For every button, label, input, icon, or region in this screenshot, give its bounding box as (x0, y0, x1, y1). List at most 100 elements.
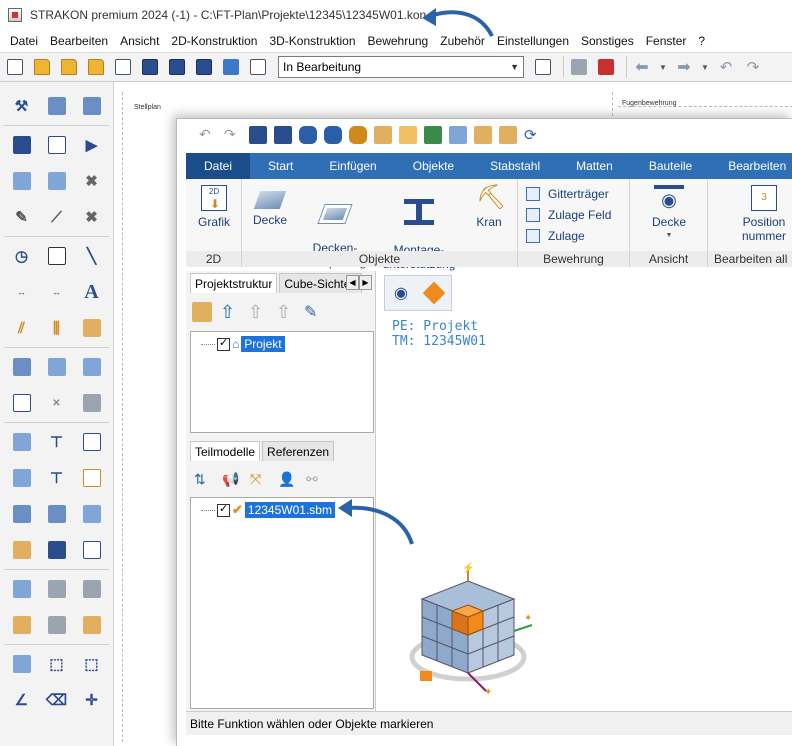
undo-button[interactable]: ↶ (715, 56, 737, 78)
print-button[interactable] (568, 56, 590, 78)
redo-icon[interactable]: ↷ (224, 126, 242, 144)
menu-zubehoer[interactable]: Zubehör (434, 34, 491, 48)
open-project-button[interactable] (58, 56, 80, 78)
menu-sonstiges[interactable]: Sonstiges (575, 34, 640, 48)
refresh-icon[interactable]: ⟳ (524, 126, 542, 144)
save-help-icon[interactable] (274, 126, 292, 144)
tab-start[interactable]: Start (250, 153, 311, 179)
dimension-x-icon[interactable]: ↔ (11, 281, 33, 303)
gear-doc-icon[interactable] (81, 614, 103, 636)
brush-icon[interactable]: ✎ (11, 206, 33, 228)
table-grid-icon[interactable] (46, 503, 68, 525)
tab-teilmodelle[interactable]: Teilmodelle (190, 441, 261, 461)
card-tool-icon[interactable] (11, 539, 33, 561)
scan-tool-icon[interactable] (46, 578, 68, 600)
rectangle-tool-icon[interactable] (46, 245, 68, 267)
cube-tool-icon[interactable] (46, 356, 68, 378)
tree-node-projekt[interactable]: ⌂ Projekt (201, 336, 285, 352)
copy-doc-icon[interactable] (399, 126, 417, 144)
menu-bewehrung[interactable]: Bewehrung (362, 34, 435, 48)
doc-settings-icon[interactable] (11, 467, 33, 489)
dwg-export-icon[interactable] (46, 614, 68, 636)
pdf-button[interactable] (595, 56, 617, 78)
zulage-button[interactable]: Zulage (526, 229, 585, 243)
angle-tool-icon[interactable]: ∠ (11, 689, 33, 711)
grid-tool-icon[interactable] (11, 356, 33, 378)
frame-tool-icon[interactable] (11, 392, 33, 414)
columns-icon[interactable] (11, 503, 33, 525)
pattern-tool-icon[interactable]: ⫼ (46, 317, 68, 339)
menu-3d-konstruktion[interactable]: 3D-Konstruktion (263, 34, 361, 48)
up-arrow-icon[interactable]: ⇧ (220, 302, 240, 322)
diagonal-line-icon[interactable]: ╲ (81, 245, 103, 267)
fill-tool-icon[interactable] (81, 317, 103, 339)
positionsnummer-button[interactable]: 3 Position nummer (734, 185, 792, 243)
tool-2-icon[interactable] (46, 95, 68, 117)
open-recent-button[interactable] (85, 56, 107, 78)
projekt-checkbox[interactable] (217, 336, 230, 351)
tab-projektstruktur[interactable]: Projektstruktur (190, 273, 278, 293)
decke-button[interactable]: Decke (246, 185, 294, 227)
dimension-value-icon[interactable]: ↔ (46, 281, 68, 303)
status-dropdown[interactable]: In Bearbeitung ▼ (278, 56, 524, 78)
preview-button[interactable] (112, 56, 134, 78)
save-as-button[interactable] (166, 56, 188, 78)
play-icon[interactable]: ▶ (81, 134, 103, 156)
dwg-import-icon[interactable] (11, 614, 33, 636)
brush-icon[interactable]: ✎ (304, 302, 324, 322)
settings-doc-icon[interactable] (11, 431, 33, 453)
list-tool-icon[interactable] (11, 134, 33, 156)
tab-stabstahl[interactable]: Stabstahl (472, 153, 558, 179)
tree-node-model[interactable]: ✔ 12345W01.sbm (201, 502, 335, 518)
edit-status-button[interactable] (532, 56, 554, 78)
tab-referenzen[interactable]: Referenzen (262, 441, 335, 461)
small-x-icon[interactable]: ✕ (46, 392, 68, 414)
gittertraeger-button[interactable]: Gitterträger (526, 187, 609, 201)
tab-matten[interactable]: Matten (558, 153, 631, 179)
database-icon[interactable] (299, 126, 317, 144)
eye-cube-icon[interactable]: ◉ (394, 283, 408, 303)
forward-dropdown[interactable]: ▼ (700, 56, 710, 78)
grafik-button[interactable]: 2D ⬇ Grafik (192, 185, 236, 229)
page-tool-icon[interactable] (46, 134, 68, 156)
menu-ansicht[interactable]: Ansicht (114, 34, 165, 48)
people-tool-icon[interactable] (46, 539, 68, 561)
forward-button[interactable]: ➡ (673, 56, 695, 78)
menu-bearbeiten[interactable]: Bearbeiten (44, 34, 114, 48)
tool-delete-arrow-icon[interactable]: ✖ (81, 170, 103, 192)
window-button[interactable] (220, 56, 242, 78)
sheet-tool-icon[interactable] (11, 578, 33, 600)
tab-einfuegen[interactable]: Einfügen (311, 153, 394, 179)
select-cursor-icon[interactable]: ⬚ (46, 653, 68, 675)
tab-bauteile[interactable]: Bauteile (631, 153, 710, 179)
copy-icon[interactable] (449, 126, 467, 144)
menu-help[interactable]: ? (692, 34, 711, 48)
menu-einstellungen[interactable]: Einstellungen (491, 34, 575, 48)
orange-cube-icon[interactable] (422, 281, 446, 305)
scroll-right-icon[interactable]: ▶ (359, 275, 372, 290)
tree-tool-icon[interactable]: ⊤ (46, 431, 68, 453)
link-icon[interactable] (374, 126, 392, 144)
eraser-tool-icon[interactable]: ⌫ (46, 689, 68, 711)
tree-arrow-icon[interactable]: ⊤ (46, 467, 68, 489)
back-dropdown[interactable]: ▼ (658, 56, 668, 78)
database-upload-icon[interactable] (324, 126, 342, 144)
open-button[interactable] (31, 56, 53, 78)
new-button[interactable] (4, 56, 26, 78)
save-green-icon[interactable] (424, 126, 442, 144)
tab-objekte[interactable]: Objekte (395, 153, 472, 179)
line-tool-icon[interactable]: ⟋ (46, 206, 68, 228)
redo-button[interactable]: ↷ (742, 56, 764, 78)
navigation-cube[interactable]: ⚡ ✦ ✦ (406, 561, 546, 701)
model-view[interactable]: ◉ PE: Projekt TM: 12345W01 ⚡ ✦ ✦ (380, 271, 792, 711)
database-orange-icon[interactable] (349, 126, 367, 144)
crosshair-icon[interactable]: ✛ (81, 689, 103, 711)
paste-icon[interactable] (474, 126, 492, 144)
delete-icon[interactable]: ✖ (81, 206, 103, 228)
printer-tool-icon[interactable] (81, 578, 103, 600)
page-outline-icon[interactable] (81, 431, 103, 453)
view-doc-icon[interactable] (11, 653, 33, 675)
save-button[interactable] (139, 56, 161, 78)
undo-icon[interactable]: ↶ (199, 126, 217, 144)
model-sort-icon[interactable]: ⇅ (194, 471, 214, 489)
